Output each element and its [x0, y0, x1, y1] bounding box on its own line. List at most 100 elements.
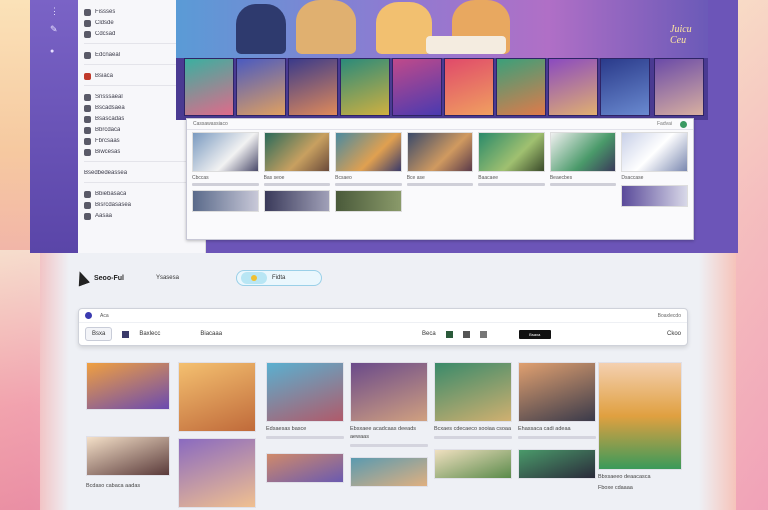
- gallery-image[interactable]: [86, 362, 170, 410]
- menu-icon[interactable]: ⋮: [50, 6, 59, 17]
- menu-item[interactable]: Fbrcsaas: [84, 136, 199, 146]
- thumbnail-card[interactable]: Baacaee: [478, 132, 545, 212]
- thumbnail-image: [335, 190, 402, 212]
- list-icon: [84, 93, 91, 101]
- thumbnail-grid: Cbccas Bas seoe Bcsaeo Bce ase Baacaee B…: [192, 132, 688, 212]
- gallery-image[interactable]: [266, 362, 344, 422]
- thumbnail-image: [263, 190, 331, 212]
- gallery-image[interactable]: [178, 362, 256, 432]
- gallery-column: Ebsxaee acadcaas deeads aewaas: [350, 362, 428, 487]
- gallery-image[interactable]: [518, 362, 596, 422]
- music-icon: [84, 148, 91, 156]
- thumbnail-card[interactable]: Bce ase: [406, 132, 474, 212]
- gallery-column: Edsaesas basce: [266, 362, 344, 483]
- background-wash: [0, 0, 30, 250]
- menu-group: Bsedbedeassea: [84, 168, 199, 183]
- primary-button[interactable]: Bsaxa: [518, 329, 551, 339]
- search-value: Fidta: [272, 275, 286, 281]
- folder-icon: [84, 8, 91, 16]
- menu-item[interactable]: Bbrcdaca: [84, 125, 199, 135]
- toolbar-row: Bsxa Baxlecc Biacaaa Beca Bsaxa Ckoo: [79, 323, 687, 345]
- gallery-image[interactable]: [598, 362, 682, 470]
- grid-icon[interactable]: [122, 330, 130, 338]
- inner-toolbar-right[interactable]: Fadvai: [657, 121, 672, 127]
- side-strip: ⋮ ✎ ●: [30, 0, 78, 253]
- view-icon[interactable]: [462, 330, 470, 338]
- hero-character: [236, 4, 286, 54]
- thumbnail-image: [335, 132, 402, 172]
- gallery-image[interactable]: [86, 436, 170, 476]
- background-wash: [736, 0, 768, 510]
- menu-item[interactable]: Bisrcdasasea: [84, 200, 199, 210]
- gallery-image[interactable]: [266, 453, 344, 483]
- tag-icon: [84, 72, 91, 80]
- search-input[interactable]: Fidta: [236, 270, 322, 286]
- thumbnail-image: [192, 132, 259, 172]
- status-dot: [680, 120, 687, 128]
- settings-icon: [84, 190, 91, 198]
- inner-window: Cassawassiaco Fadvai Cbccas Bas seoe Bcs…: [186, 118, 694, 240]
- toggle-knob[interactable]: [241, 272, 267, 284]
- gallery-image[interactable]: [350, 457, 428, 487]
- toolbar-label: Aca: [100, 312, 109, 319]
- poster-image[interactable]: [340, 58, 390, 116]
- brand-tagline[interactable]: Ysasesa: [156, 275, 179, 281]
- menu-item[interactable]: Biwcesas: [84, 147, 199, 157]
- view-icon[interactable]: [445, 330, 453, 338]
- thumbnail-image: [621, 132, 688, 172]
- poster-image[interactable]: [654, 58, 704, 116]
- inner-toolbar-label: Cassawassiaco: [193, 121, 228, 127]
- toolbar-mid-label[interactable]: Beca: [422, 331, 436, 337]
- calendar-icon: [84, 126, 91, 134]
- help-icon: [84, 212, 91, 220]
- toolbar-link[interactable]: Boaxlecdo: [658, 313, 681, 319]
- toolbar-right-label[interactable]: Ckoo: [667, 331, 681, 337]
- poster-image[interactable]: [184, 58, 234, 116]
- background-wash: [0, 250, 40, 510]
- thumbnail-card[interactable]: Bcsaeo: [335, 132, 402, 212]
- poster-image[interactable]: [548, 58, 598, 116]
- poster-image[interactable]: [496, 58, 546, 116]
- gallery-image[interactable]: [434, 362, 512, 422]
- inner-toolbar: Cassawassiaco Fadvai: [187, 119, 693, 130]
- image-icon: [84, 30, 91, 38]
- thumbnail-card[interactable]: Bas seoe: [263, 132, 331, 212]
- thumbnail-image: [263, 132, 331, 172]
- gallery-column: Bbxsaeeo deaacasca Fboxe cdaaaa: [598, 362, 682, 492]
- thumbnail-card[interactable]: Beaecbes: [549, 132, 617, 212]
- avatar[interactable]: [85, 312, 92, 319]
- poster-image[interactable]: [236, 58, 286, 116]
- gallery-image[interactable]: [178, 438, 256, 508]
- circle-icon[interactable]: ●: [50, 48, 54, 55]
- tab-primary[interactable]: Baxlecc: [139, 331, 160, 337]
- thumbnail-card[interactable]: Dsaccase: [621, 132, 688, 212]
- tab-secondary[interactable]: Biacaaa: [200, 331, 222, 337]
- poster-image[interactable]: [288, 58, 338, 116]
- filter-chip[interactable]: Bsxa: [85, 327, 113, 341]
- gallery-column: Ehassaca cadi adeaa: [518, 362, 596, 479]
- grid-icon: [84, 104, 91, 112]
- book-illustration: [426, 36, 506, 54]
- menu-item[interactable]: Bbiebasaca: [84, 189, 199, 199]
- menu-item[interactable]: Bsedbedeassea: [84, 168, 199, 178]
- gallery-column: Bcdaso cabaca aadas: [86, 362, 170, 490]
- menu-item[interactable]: Aasaa: [84, 211, 199, 221]
- poster-image[interactable]: [392, 58, 442, 116]
- thumbnail-image: [621, 185, 688, 207]
- brand-name[interactable]: Seoo-Ful: [94, 275, 124, 282]
- photo-icon: [84, 115, 91, 123]
- thumbnail-image: [192, 190, 259, 212]
- hero-title: Juicu Ceu: [670, 24, 692, 46]
- hero-character: [296, 0, 356, 54]
- thumbnail-card[interactable]: Cbccas: [192, 132, 259, 212]
- main-toolbar: Aca Boaxlecdo Bsxa Baxlecc Biacaaa Beca …: [78, 308, 688, 346]
- gallery-image[interactable]: [518, 449, 596, 479]
- poster-image[interactable]: [444, 58, 494, 116]
- gallery-image[interactable]: [434, 449, 512, 479]
- pen-icon[interactable]: ✎: [50, 24, 58, 35]
- logo-icon: [74, 269, 90, 286]
- thumbnail-image: [406, 132, 474, 172]
- view-icon[interactable]: [479, 330, 487, 338]
- gallery-image[interactable]: [350, 362, 428, 422]
- poster-image[interactable]: [600, 58, 650, 116]
